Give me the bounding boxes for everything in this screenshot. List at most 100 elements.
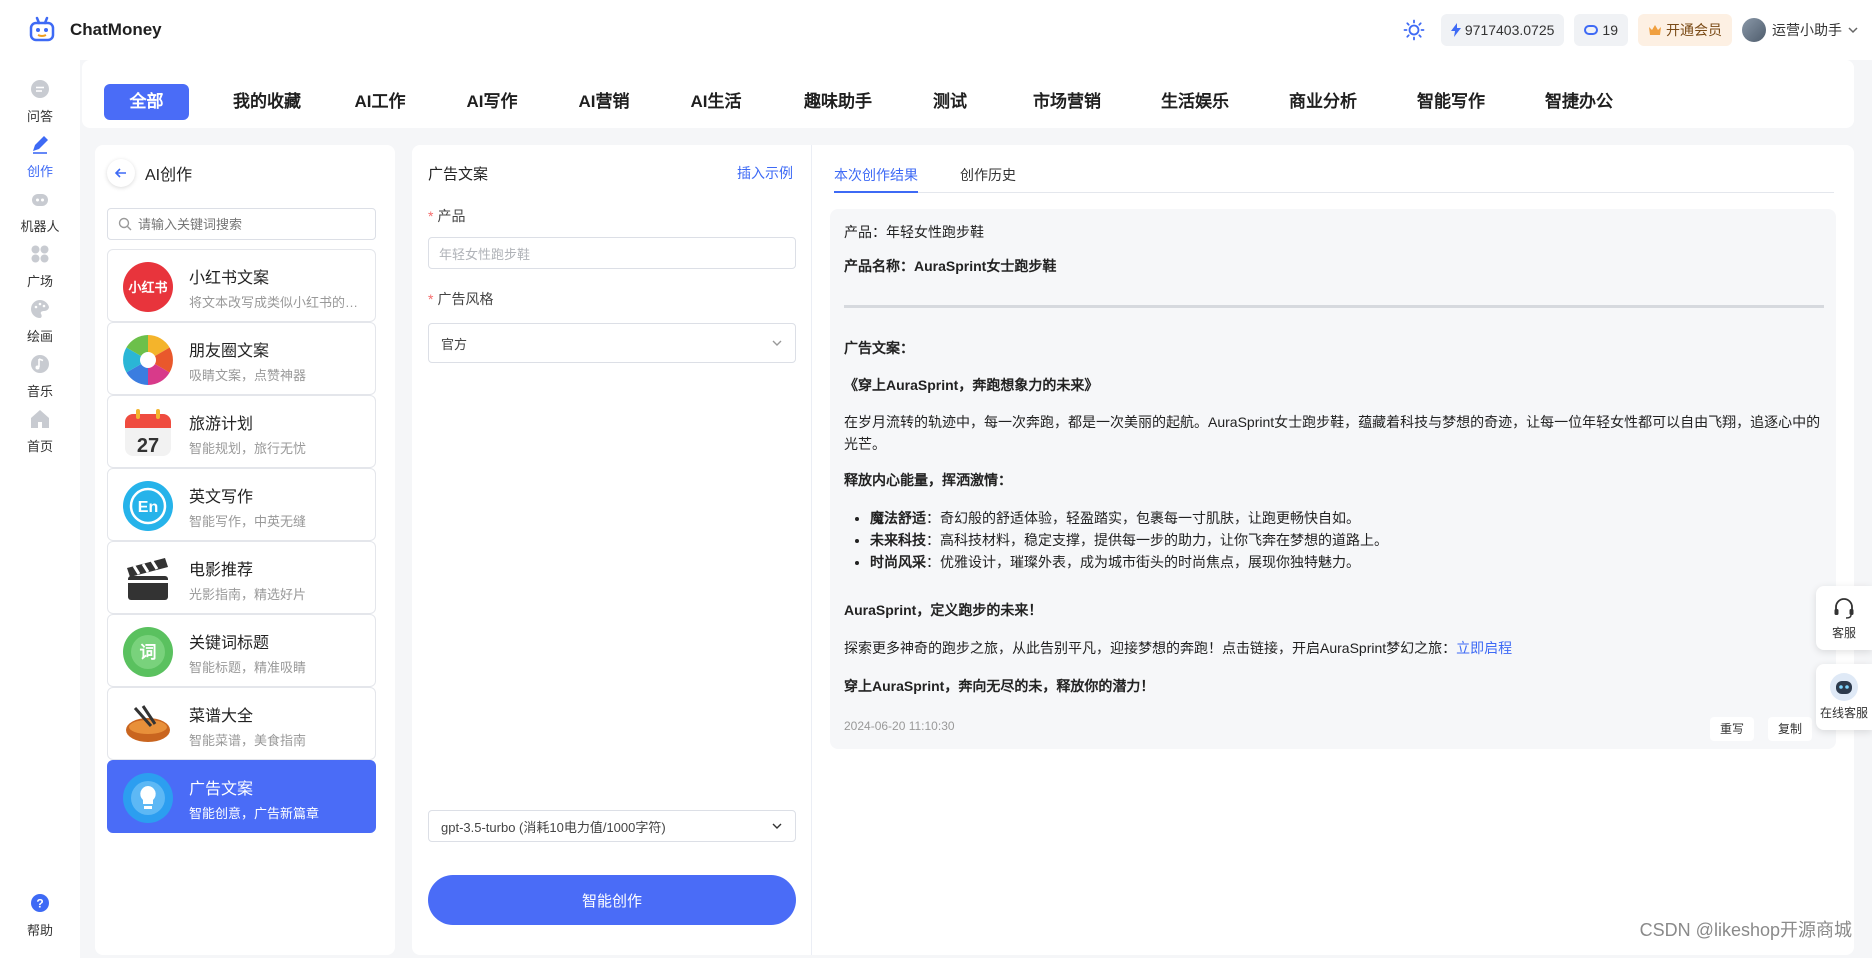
ad-title: 《穿上AuraSprint，奔跑想象力的未来》 (844, 377, 1099, 393)
tool-name: 关键词标题 (189, 635, 270, 652)
rail-label: 绘画 (26, 329, 53, 344)
tool-name: 旅游计划 (189, 416, 254, 433)
tool-name: 电影推荐 (189, 562, 254, 579)
tab-current-result[interactable]: 本次创作结果 (834, 165, 918, 193)
cooking-pot-icon (123, 700, 173, 750)
search-box[interactable] (107, 208, 376, 240)
tool-card-movie[interactable]: 电影推荐 光影指南，精选好片 (107, 541, 376, 614)
category-test[interactable]: 测试 (920, 84, 980, 120)
category-ai-life[interactable]: AI生活 (681, 84, 751, 120)
xiaohongshu-logo-icon: 小红书 (123, 262, 173, 312)
category-all[interactable]: 全部 (104, 84, 189, 120)
music-icon (31, 355, 49, 373)
robot-logo-icon (29, 16, 55, 42)
tool-name: 英文写作 (189, 489, 254, 506)
svg-text:小红书: 小红书 (128, 280, 167, 296)
service-label: 客服 (1831, 626, 1856, 640)
tool-card-travel[interactable]: 27 旅游计划 智能规划，旅行无忧 (107, 395, 376, 468)
product-label: * 产品 (428, 208, 466, 224)
brand[interactable]: ChatMoney (28, 16, 162, 44)
category-ai-marketing[interactable]: AI营销 (569, 84, 639, 120)
rail-item-music[interactable]: 音乐 (0, 353, 80, 400)
tool-desc: 智能创意，广告新篇章 (189, 806, 320, 821)
rail-item-robot[interactable]: 机器人 (0, 188, 80, 235)
tool-panel: AI创作 小红书 小红书文案 将文本改写成类似小红书的Emoji风格 (95, 145, 395, 955)
model-value: gpt-3.5-turbo (消耗10电力值/1000字符) (441, 819, 666, 835)
tool-desc: 将文本改写成类似小红书的Emoji风格 (189, 295, 364, 310)
rail-item-draw[interactable]: 绘画 (0, 298, 80, 345)
category-ai-work[interactable]: AI工作 (345, 84, 415, 120)
service-button[interactable]: 客服 (1816, 586, 1872, 650)
result-product-name: 产品名称：AuraSprint女士跑步鞋 (844, 258, 1057, 274)
tool-card-xiaohongshu[interactable]: 小红书 小红书文案 将文本改写成类似小红书的Emoji风格 (107, 249, 376, 322)
category-fun[interactable]: 趣味助手 (793, 84, 883, 120)
vip-button[interactable]: 开通会员 (1638, 14, 1732, 46)
tab-history[interactable]: 创作历史 (960, 165, 1016, 193)
back-button[interactable] (107, 159, 135, 187)
svg-text:?: ? (36, 897, 43, 911)
tool-card-keyword[interactable]: 词 关键词标题 智能标题，精准吸睛 (107, 614, 376, 687)
category-ai-writing[interactable]: AI写作 (457, 84, 527, 120)
svg-text:词: 词 (140, 643, 157, 663)
category-favorites[interactable]: 我的收藏 (217, 84, 317, 120)
sun-icon[interactable] (1403, 19, 1425, 41)
style-value: 官方 (441, 336, 468, 352)
result-divider (844, 305, 1824, 308)
rail-item-create[interactable]: 创作 (0, 133, 80, 180)
category-market[interactable]: 市场营销 (1017, 84, 1117, 120)
tool-card-recipe[interactable]: 菜谱大全 智能菜谱，美食指南 (107, 687, 376, 760)
lightning-icon (1450, 23, 1461, 37)
balance-pill[interactable]: 9717403.0725 (1440, 14, 1565, 46)
search-input[interactable] (138, 216, 358, 232)
tool-name: 广告文案 (189, 781, 254, 798)
main-area: 全部 我的收藏 AI工作 AI写作 AI营销 AI生活 趣味助手 测试 市场营销… (82, 60, 1872, 958)
feature-list: 魔法舒适：奇幻般的舒适体验，轻盈踏实，包裹每一寸肌肤，让跑更畅快自如。 未来科技… (844, 507, 1824, 573)
tool-name: 小红书文案 (189, 270, 270, 287)
section-heading: 释放内心能量，挥洒激情： (844, 472, 1012, 488)
explore-text: 探索更多神奇的跑步之旅，从此告别平凡，迎接梦想的奔跑！点击链接，开启AuraSp… (844, 640, 1513, 656)
start-journey-link[interactable]: 立即启程 (1456, 640, 1512, 656)
arrow-left-icon (114, 168, 126, 178)
rail-label: 首页 (26, 439, 53, 454)
tool-desc: 吸睛文案，点赞神器 (189, 368, 307, 383)
form-panel: 广告文案 插入示例 * 产品 年轻女性跑步鞋 * 广告风格 官方 gpt-3.5-t… (412, 145, 812, 955)
category-entertainment[interactable]: 生活娱乐 (1145, 84, 1245, 120)
tool-card-moments[interactable]: 朋友圈文案 吸睛文案，点赞神器 (107, 322, 376, 395)
tokens-pill[interactable]: 19 (1574, 14, 1628, 46)
tool-name: 菜谱大全 (189, 708, 254, 725)
rail-item-help[interactable]: ? 帮助 (0, 892, 80, 939)
copy-button[interactable]: 复制 (1768, 717, 1813, 741)
user-menu[interactable]: 运营小助手 (1742, 18, 1858, 42)
chevron-down-icon (772, 823, 782, 829)
svg-text:En: En (138, 499, 158, 516)
tool-desc: 智能规划，旅行无忧 (189, 441, 307, 456)
rewrite-button[interactable]: 重写 (1710, 717, 1755, 741)
rail-item-square[interactable]: 广场 (0, 243, 80, 290)
result-date: 2024-06-20 11:10:30 (844, 719, 955, 733)
rail-item-qa[interactable]: 问答 (0, 78, 80, 125)
model-select[interactable]: gpt-3.5-turbo (消耗10电力值/1000字符) (428, 810, 796, 842)
tool-card-ad-copy[interactable]: 广告文案 智能创意，广告新篇章 (107, 760, 376, 833)
category-office[interactable]: 智捷办公 (1529, 84, 1629, 120)
ad-paragraph: 在岁月流转的轨迹中，每一次奔跑，都是一次美丽的起航。AuraSprint女士跑步… (844, 414, 1821, 452)
pen-icon (33, 136, 48, 154)
style-select[interactable]: 官方 (428, 323, 796, 363)
product-textarea[interactable]: 年轻女性跑步鞋 (428, 237, 796, 269)
insert-example-link[interactable]: 插入示例 (737, 163, 793, 183)
category-smart-writing[interactable]: 智能写作 (1401, 84, 1501, 120)
palette-icon (31, 300, 49, 318)
chevron-down-icon (772, 340, 782, 346)
user-name: 运营小助手 (1772, 22, 1842, 38)
tool-panel-header: AI创作 (107, 159, 192, 187)
rail-label: 帮助 (26, 923, 53, 938)
generate-button[interactable]: 智能创作 (428, 875, 796, 925)
robot-assistant-icon (1830, 673, 1858, 701)
vip-label: 开通会员 (1666, 22, 1722, 38)
category-business[interactable]: 商业分析 (1273, 84, 1373, 120)
rail-item-home[interactable]: 首页 (0, 408, 80, 455)
list-item: 时尚风采：优雅设计，璀璨外表，成为城市街头的时尚焦点，展现你独特魅力。 (870, 551, 1824, 573)
tool-desc: 智能写作，中英无缝 (189, 514, 307, 529)
ad-heading: 广告文案： (844, 340, 914, 356)
tool-card-english[interactable]: En 英文写作 智能写作，中英无缝 (107, 468, 376, 541)
online-service-button[interactable]: 在线客服 (1816, 664, 1872, 730)
